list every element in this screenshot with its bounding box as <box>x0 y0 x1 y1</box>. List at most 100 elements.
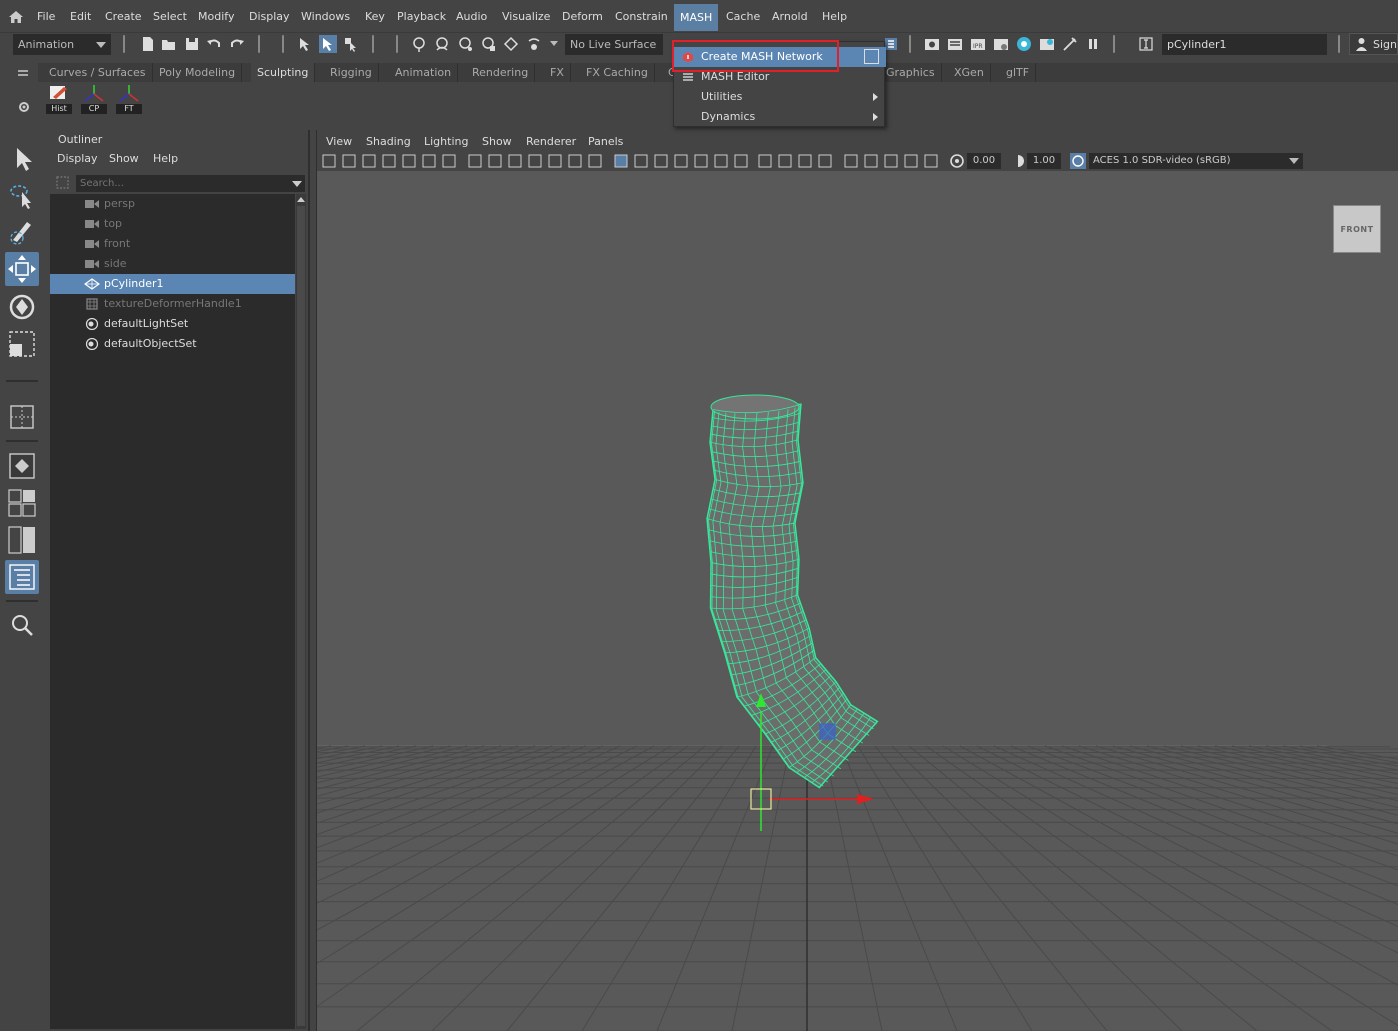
menu-cache[interactable]: Cache <box>726 10 760 23</box>
select-tool-icon[interactable] <box>5 142 39 176</box>
shelf-tab-rendering[interactable]: Rendering <box>466 63 536 82</box>
menu-arnold[interactable]: Arnold <box>772 10 808 23</box>
menu-visualize[interactable]: Visualize <box>502 10 550 23</box>
pause-render-icon[interactable] <box>1084 35 1102 53</box>
outliner-item-defaultobjectset[interactable]: defaultObjectSet <box>50 334 295 354</box>
gamma-icon[interactable] <box>1010 153 1026 169</box>
shelf-button-ft[interactable]: FT <box>116 84 142 114</box>
chevron-down-icon[interactable] <box>292 181 302 187</box>
scrollbar-thumb[interactable] <box>297 206 305 1026</box>
resolution-gate-icon[interactable] <box>488 154 502 168</box>
menu-file[interactable]: File <box>37 10 55 23</box>
outliner-layout-icon[interactable] <box>5 560 39 594</box>
grease-pencil-icon[interactable] <box>422 154 436 168</box>
outliner-item-front[interactable]: front <box>50 234 295 254</box>
menu-modify[interactable]: Modify <box>198 10 234 23</box>
gear-icon[interactable] <box>17 100 31 114</box>
color-management-icon[interactable] <box>1070 153 1086 169</box>
move-tool-icon[interactable] <box>5 252 39 286</box>
shelf-tab-poly-modeling[interactable]: Poly Modeling <box>153 63 243 82</box>
outliner-item-pcylinder1[interactable]: pCylinder1 <box>50 274 295 294</box>
anti-aliasing-icon[interactable] <box>758 154 772 168</box>
camera-select-icon[interactable] <box>322 154 336 168</box>
lights-icon[interactable] <box>674 154 688 168</box>
select-component-icon[interactable] <box>342 35 360 53</box>
rotate-tool-icon[interactable] <box>5 290 39 324</box>
isolate-select-icon[interactable] <box>798 154 812 168</box>
wireframe-icon[interactable] <box>588 154 602 168</box>
grid-toggle-icon[interactable] <box>442 154 456 168</box>
shelf-tab-animation[interactable]: Animation <box>389 63 459 82</box>
gate-mask-icon[interactable] <box>508 154 522 168</box>
shelf-tab-xgen[interactable]: XGen <box>948 63 991 82</box>
filter-icon[interactable] <box>55 175 70 190</box>
smooth-shade-icon[interactable] <box>614 154 628 168</box>
outliner-search-input[interactable] <box>76 175 305 192</box>
undo-icon[interactable] <box>205 35 223 53</box>
field-chart-icon[interactable] <box>528 154 542 168</box>
safe-action-icon[interactable] <box>548 154 562 168</box>
menu-item-utilities[interactable]: Utilities <box>674 87 886 107</box>
wireframe-on-shaded-icon[interactable] <box>634 154 648 168</box>
menuset-dropdown[interactable]: Animation <box>13 34 111 55</box>
outliner-menu-show[interactable]: Show <box>109 152 139 165</box>
textured-icon[interactable] <box>654 154 668 168</box>
input-field-mode-icon[interactable] <box>1137 35 1155 53</box>
shelf-tab-graphics[interactable]: Graphics <box>880 63 942 82</box>
manipulator-plane-handle[interactable] <box>819 723 836 740</box>
menu-display[interactable]: Display <box>249 10 290 23</box>
hypershade-icon[interactable] <box>1015 35 1033 53</box>
backface-culling-icon[interactable] <box>864 154 878 168</box>
home-icon[interactable] <box>8 9 24 25</box>
xray-icon[interactable] <box>818 154 832 168</box>
viewport-panel[interactable]: View Shading Lighting Show Renderer Pane… <box>316 130 1398 1031</box>
menu-constrain[interactable]: Constrain <box>615 10 668 23</box>
four-view-layout-icon[interactable] <box>5 486 39 520</box>
snap-point-icon[interactable] <box>456 35 474 53</box>
shelf-menu-icon[interactable] <box>17 67 29 79</box>
chevron-down-icon[interactable] <box>550 41 558 46</box>
menu-key[interactable]: Key <box>365 10 385 23</box>
menu-playback[interactable]: Playback <box>397 10 446 23</box>
paint-select-tool-icon[interactable] <box>5 214 39 248</box>
safe-title-icon[interactable] <box>568 154 582 168</box>
open-scene-icon[interactable] <box>160 35 178 53</box>
shelf-tab-gltf[interactable]: glTF <box>1000 63 1037 82</box>
shelf-tab-curves-surfaces[interactable]: Curves / Surfaces <box>43 63 153 82</box>
outliner-item-persp[interactable]: persp <box>50 194 295 214</box>
manipulator-x-arrow[interactable] <box>857 794 874 804</box>
color-space-dropdown[interactable]: ACES 1.0 SDR-video (sRGB) <box>1089 153 1303 169</box>
scene-canvas[interactable] <box>317 171 1398 1031</box>
new-scene-icon[interactable] <box>139 35 157 53</box>
scroll-up-icon[interactable] <box>297 197 305 202</box>
arnold-light-icon[interactable] <box>1061 35 1079 53</box>
single-perspective-layout-icon[interactable] <box>5 400 39 434</box>
bookmark-icon[interactable] <box>362 154 376 168</box>
shelf-tab-fx[interactable]: FX <box>544 63 571 82</box>
gamma-field[interactable]: 1.00 <box>1027 153 1061 169</box>
render-settings-icon[interactable] <box>992 35 1010 53</box>
menu-deform[interactable]: Deform <box>562 10 603 23</box>
exposure-icon[interactable] <box>949 153 965 169</box>
menu-windows[interactable]: Windows <box>301 10 350 23</box>
menu-audio[interactable]: Audio <box>456 10 487 23</box>
xray-joints-icon[interactable] <box>844 154 858 168</box>
viewport-menu-shading[interactable]: Shading <box>366 135 411 148</box>
shadows-icon[interactable] <box>694 154 708 168</box>
select-hierarchy-icon[interactable] <box>297 35 315 53</box>
snap-options-icon[interactable] <box>525 35 543 53</box>
search-icon[interactable] <box>5 608 39 642</box>
outliner-item-texturedeformerhandle1[interactable]: textureDeformerHandle1 <box>50 294 295 314</box>
option-box-icon[interactable] <box>864 49 879 64</box>
outliner-item-top[interactable]: top <box>50 214 295 234</box>
snap-curve-icon[interactable] <box>433 35 451 53</box>
ipr-render-icon[interactable]: IPR <box>969 35 987 53</box>
texture-icon[interactable] <box>924 154 938 168</box>
depth-of-field-icon[interactable] <box>778 154 792 168</box>
shelf-button-cp[interactable]: CP <box>81 84 107 114</box>
shelf-tab-fx-caching[interactable]: FX Caching <box>580 63 655 82</box>
camera-attributes-icon[interactable] <box>342 154 356 168</box>
select-object-icon[interactable] <box>319 35 337 53</box>
live-surface-field[interactable]: No Live Surface <box>565 34 663 55</box>
snap-grid-icon[interactable] <box>410 35 428 53</box>
